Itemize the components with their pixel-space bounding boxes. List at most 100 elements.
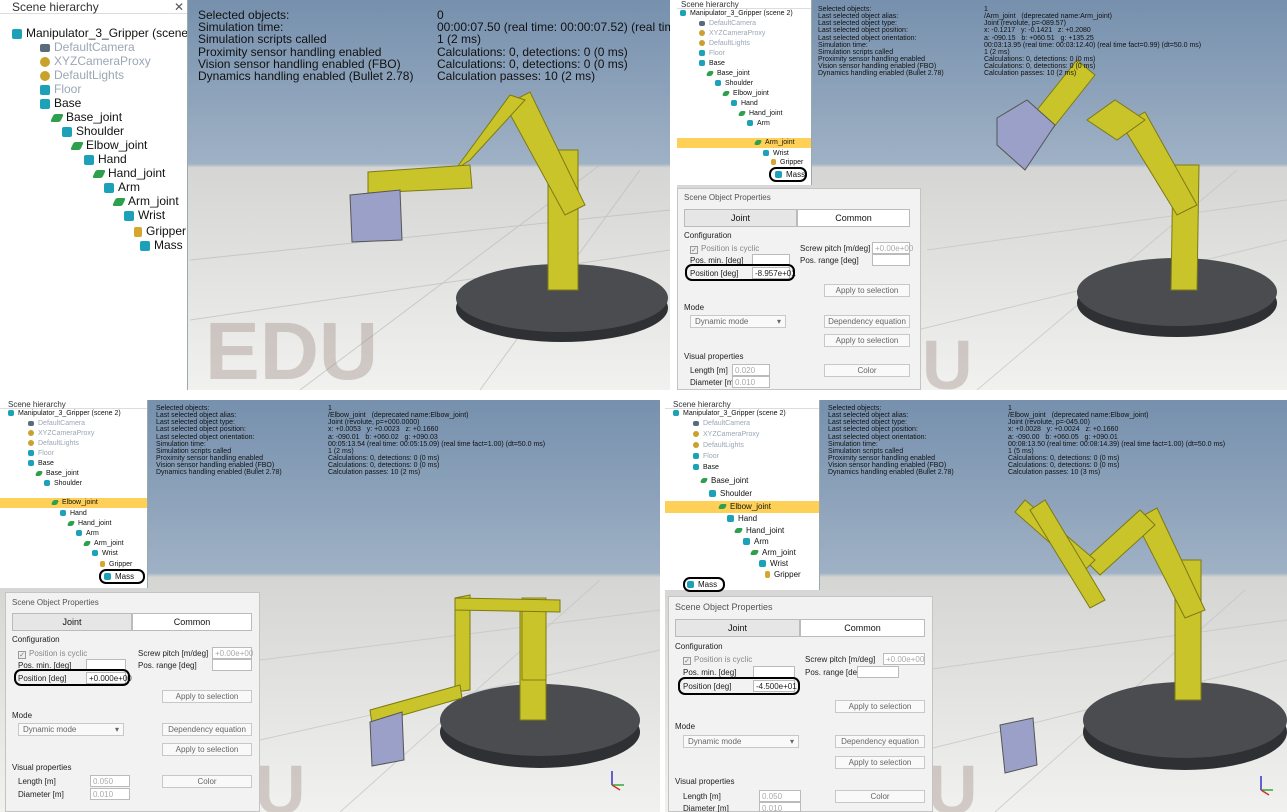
tree-item-elbow-joint[interactable]: Elbow_joint xyxy=(70,138,147,152)
tree-item-default-camera[interactable]: DefaultCamera xyxy=(699,20,756,27)
color-button[interactable]: Color xyxy=(162,775,252,788)
scene-object-properties-dialog[interactable]: Scene Object Properties Joint Common Con… xyxy=(668,596,933,812)
tree-item-arm-joint[interactable]: Arm_joint xyxy=(753,139,795,146)
tree-item-elbow-joint[interactable]: Elbow_joint xyxy=(721,90,769,97)
pos-range-field[interactable] xyxy=(857,666,899,678)
apply-button[interactable]: Apply to selection xyxy=(824,334,910,347)
tree-item-default-lights[interactable]: DefaultLights xyxy=(40,68,124,82)
tree-item-elbow-joint[interactable]: Elbow_joint xyxy=(717,502,771,511)
tree-item-root[interactable]: Manipulator_3_Gripper (scene 2) xyxy=(8,410,121,417)
scene-object-properties-dialog[interactable]: Scene Object Properties Joint Common Con… xyxy=(677,188,921,390)
dependency-equation-button[interactable]: Dependency equation xyxy=(835,735,925,748)
tree-item-hand[interactable]: Hand xyxy=(60,510,87,517)
tree-item-gripper[interactable]: Gripper xyxy=(100,561,132,568)
tree-item-base[interactable]: Base xyxy=(28,460,54,467)
tree-item-arm-joint[interactable]: Arm_joint xyxy=(112,194,179,208)
mode-select[interactable]: Dynamic mode ▾ xyxy=(683,735,799,748)
tab-common[interactable]: Common xyxy=(132,613,252,631)
tree-item-hand-joint[interactable]: Hand_joint xyxy=(737,110,782,117)
pos-range-field[interactable] xyxy=(872,254,910,266)
tree-item-arm[interactable]: Arm xyxy=(104,180,140,194)
tree-item-gripper[interactable]: Gripper xyxy=(765,570,801,579)
tree-item-root[interactable]: Manipulator_3_Gripper (scene 2) xyxy=(12,26,187,40)
tree-item-hand[interactable]: Hand xyxy=(84,152,127,166)
tree-item-hand-joint[interactable]: Hand_joint xyxy=(733,526,784,535)
scene-hierarchy-panel[interactable]: Scene hierarchy Manipulator_3_Gripper (s… xyxy=(0,400,148,588)
tree-item-mass[interactable]: Mass xyxy=(140,238,183,252)
screw-pitch-field[interactable]: +0.00e+00 xyxy=(212,647,253,659)
tree-item-elbow-joint[interactable]: Elbow_joint xyxy=(50,499,98,506)
tree-item-gripper[interactable]: Gripper xyxy=(134,224,186,238)
position-cyclic-checkbox[interactable]: ✓ Position is cyclic xyxy=(690,244,759,254)
tree-item-wrist[interactable]: Wrist xyxy=(759,559,788,568)
tree-item-default-lights[interactable]: DefaultLights xyxy=(693,442,744,449)
tree-item-gripper[interactable]: Gripper xyxy=(771,159,803,166)
tree-item-base-joint[interactable]: Base_joint xyxy=(699,476,748,485)
diameter-field[interactable]: 0.010 xyxy=(759,802,801,812)
color-button[interactable]: Color xyxy=(824,364,910,377)
apply-button[interactable]: Apply to selection xyxy=(162,743,252,756)
mode-select[interactable]: Dynamic mode ▾ xyxy=(690,315,786,328)
tree-item-wrist[interactable]: Wrist xyxy=(92,550,118,557)
tree-item-floor[interactable]: Floor xyxy=(28,450,54,457)
tree-item-arm[interactable]: Arm xyxy=(76,530,99,537)
tree-item-wrist[interactable]: Wrist xyxy=(124,208,165,222)
tree-item-hand-joint[interactable]: Hand_joint xyxy=(66,520,111,527)
diameter-field[interactable]: 0.010 xyxy=(90,788,130,800)
tree-item-xyz-camera-proxy[interactable]: XYZCameraProxy xyxy=(693,431,759,438)
length-field[interactable]: 0.020 xyxy=(732,364,770,376)
tree-item-shoulder[interactable]: Shoulder xyxy=(62,124,124,138)
tree-item-arm[interactable]: Arm xyxy=(743,537,769,546)
tree-item-hand[interactable]: Hand xyxy=(727,514,757,523)
tree-item-base-joint[interactable]: Base_joint xyxy=(50,110,122,124)
position-cyclic-checkbox[interactable]: ✓ Position is cyclic xyxy=(683,655,752,665)
tree-item-arm-joint[interactable]: Arm_joint xyxy=(749,548,796,557)
mode-select[interactable]: Dynamic mode ▾ xyxy=(18,723,124,736)
tab-common[interactable]: Common xyxy=(797,209,910,227)
tree-item-floor[interactable]: Floor xyxy=(693,453,719,460)
tree-item-base-joint[interactable]: Base_joint xyxy=(705,70,750,77)
tree-item-root[interactable]: Manipulator_3_Gripper (scene 2) xyxy=(680,10,793,17)
length-field[interactable]: 0.050 xyxy=(759,790,801,802)
tree-item-root[interactable]: Manipulator_3_Gripper (scene 2) xyxy=(673,410,786,417)
tree-item-shoulder[interactable]: Shoulder xyxy=(709,489,752,498)
tree-item-floor[interactable]: Floor xyxy=(699,50,725,57)
apply-button[interactable]: Apply to selection xyxy=(824,284,910,297)
tree-item-base[interactable]: Base xyxy=(699,60,725,67)
tab-joint[interactable]: Joint xyxy=(684,209,797,227)
color-button[interactable]: Color xyxy=(835,790,925,803)
tab-joint[interactable]: Joint xyxy=(12,613,132,631)
tree-item-base[interactable]: Base xyxy=(693,464,719,471)
tree-item-default-camera[interactable]: DefaultCamera xyxy=(40,40,135,54)
tree-item-default-camera[interactable]: DefaultCamera xyxy=(28,420,85,427)
pos-range-field[interactable] xyxy=(212,659,252,671)
tree-item-shoulder[interactable]: Shoulder xyxy=(44,480,82,487)
position-cyclic-checkbox[interactable]: ✓ Position is cyclic xyxy=(18,649,87,659)
tree-item-default-camera[interactable]: DefaultCamera xyxy=(693,420,750,427)
tree-item-default-lights[interactable]: DefaultLights xyxy=(28,440,79,447)
tree-item-wrist[interactable]: Wrist xyxy=(763,150,789,157)
scene-hierarchy-panel[interactable]: Scene hierarchy ✕ Manipulator_3_Gripper … xyxy=(0,0,188,390)
tree-item-default-lights[interactable]: DefaultLights xyxy=(699,40,750,47)
scene-hierarchy-panel[interactable]: Scene hierarchy Manipulator_3_Gripper (s… xyxy=(665,400,820,590)
diameter-field[interactable]: 0.010 xyxy=(732,376,770,388)
apply-button[interactable]: Apply to selection xyxy=(162,690,252,703)
dependency-equation-button[interactable]: Dependency equation xyxy=(162,723,252,736)
dependency-equation-button[interactable]: Dependency equation xyxy=(824,315,910,328)
tree-item-xyz-camera-proxy[interactable]: XYZCameraProxy xyxy=(40,54,151,68)
tab-common[interactable]: Common xyxy=(800,619,925,637)
scene-object-properties-dialog[interactable]: Scene Object Properties Joint Common Con… xyxy=(5,592,260,812)
close-icon[interactable]: ✕ xyxy=(174,0,184,14)
tree-item-base-joint[interactable]: Base_joint xyxy=(34,470,79,477)
tree-item-hand-joint[interactable]: Hand_joint xyxy=(92,166,165,180)
screw-pitch-field[interactable]: +0.00e+00 xyxy=(872,242,913,254)
length-field[interactable]: 0.050 xyxy=(90,775,130,787)
tab-joint[interactable]: Joint xyxy=(675,619,800,637)
tree-item-xyz-camera-proxy[interactable]: XYZCameraProxy xyxy=(28,430,94,437)
tree-item-xyz-camera-proxy[interactable]: XYZCameraProxy xyxy=(699,30,765,37)
scene-hierarchy-panel[interactable]: Scene hierarchy Manipulator_3_Gripper (s… xyxy=(677,0,812,185)
tree-item-floor[interactable]: Floor xyxy=(40,82,81,96)
tree-item-hand[interactable]: Hand xyxy=(731,100,758,107)
screw-pitch-field[interactable]: +0.00e+00 xyxy=(883,653,925,665)
tree-item-arm-joint[interactable]: Arm_joint xyxy=(82,540,124,547)
